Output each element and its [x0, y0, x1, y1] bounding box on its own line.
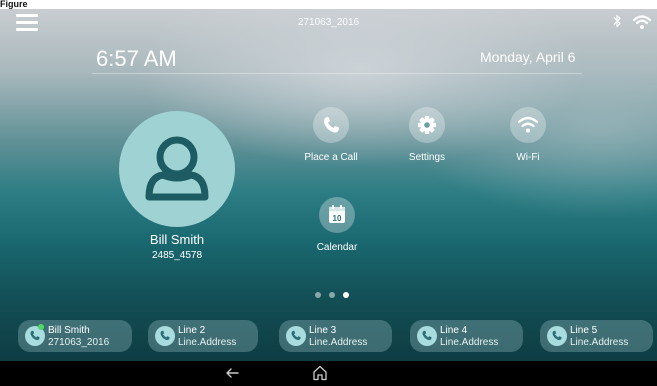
app-circle [313, 107, 349, 143]
line-address: Line.Address [570, 337, 629, 348]
status-bar: 271063_2016 [0, 9, 657, 31]
line-address: Line.Address [440, 337, 499, 348]
app-label: Place a Call [304, 152, 358, 163]
device-id: 271063_2016 [297, 17, 360, 28]
display-area: 271063_2016 6:57 AM Monday, April 6 Bill… [0, 9, 657, 361]
page-indicator[interactable] [315, 292, 355, 300]
app-label: Settings [408, 152, 446, 163]
header-divider [92, 73, 582, 74]
line-name: Bill Smith [48, 325, 90, 336]
page-dot-active[interactable] [343, 292, 349, 298]
clock-time: 6:57 AM [96, 46, 177, 71]
line-name: Line 4 [440, 325, 468, 336]
calendar-icon-day: 10 [333, 214, 342, 223]
line-name: Line 5 [570, 325, 598, 336]
line-button-2[interactable]: Line 2 Line.Address [148, 320, 258, 352]
phone-icon [155, 326, 175, 346]
calendar-icon: 10 [329, 205, 345, 223]
app-circle [409, 107, 445, 143]
line-address: Line.Address [178, 337, 237, 348]
phone-home-screen: Figure 271063_2016 6:57 AM Monday, April… [0, 0, 657, 386]
phone-icon [547, 326, 567, 346]
app-circle [510, 107, 546, 143]
user-number: 2485_4578 [151, 250, 203, 261]
line-address: Line.Address [309, 337, 368, 348]
phone-icon [286, 326, 306, 346]
line-status-dot [38, 324, 44, 330]
bluetooth-icon [612, 14, 622, 28]
top-legend-text: Figure [0, 0, 28, 9]
user-avatar[interactable] [119, 111, 235, 227]
navigation-bar [0, 361, 657, 386]
app-label: Calendar [316, 242, 358, 253]
line-button-1[interactable]: Bill Smith 271063_2016 [18, 320, 132, 352]
app-calendar[interactable]: 10 Calendar [297, 197, 377, 253]
app-wifi[interactable]: Wi-Fi [488, 107, 568, 163]
app-label: Wi-Fi [516, 152, 540, 163]
user-name: Bill Smith [149, 232, 205, 247]
wifi-icon [517, 116, 539, 133]
line-button-3[interactable]: Line 3 Line.Address [279, 320, 392, 352]
line-address: 271063_2016 [48, 337, 110, 348]
current-date: Monday, April 6 [480, 49, 576, 65]
line-button-5[interactable]: Line 5 Line.Address [540, 320, 653, 352]
page-dot[interactable] [329, 292, 335, 298]
line-name: Line 3 [309, 325, 337, 336]
line-button-4[interactable]: Line 4 Line.Address [410, 320, 523, 352]
wifi-icon[interactable] [632, 14, 652, 30]
line-name: Line 2 [178, 325, 206, 336]
phone-icon [417, 326, 437, 346]
app-place-a-call[interactable]: Place a Call [291, 107, 371, 163]
back-arrow-icon[interactable] [224, 365, 240, 381]
app-settings[interactable]: Settings [387, 107, 467, 163]
person-icon [145, 136, 209, 201]
home-icon[interactable] [312, 364, 328, 382]
page-dot[interactable] [315, 292, 321, 298]
gear-icon [418, 116, 436, 134]
app-circle: 10 [319, 197, 355, 233]
phone-icon [323, 117, 339, 133]
top-legend-strip: Figure [0, 0, 657, 9]
